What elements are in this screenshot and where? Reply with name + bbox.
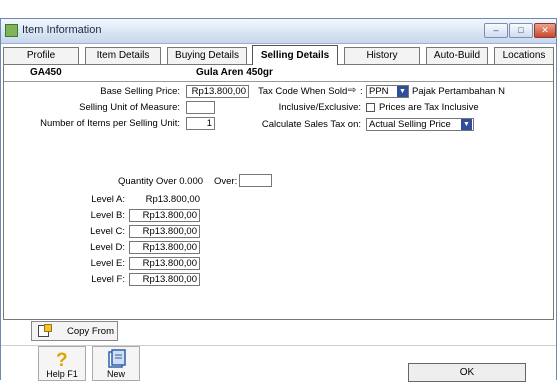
level-a-label: Level A: bbox=[91, 194, 125, 205]
tax-code-label: Tax Code When Sold bbox=[258, 86, 348, 97]
selling-unit-field[interactable] bbox=[186, 101, 215, 114]
level-c-label: Level C: bbox=[90, 226, 125, 237]
copy-document-icon bbox=[38, 324, 52, 337]
help-label: Help F1 bbox=[46, 369, 78, 379]
calc-tax-label: Calculate Sales Tax on: bbox=[261, 119, 361, 130]
copy-from-label: Copy From bbox=[67, 326, 114, 337]
maximize-button[interactable]: □ bbox=[509, 23, 533, 38]
level-e-field[interactable]: Rp13.800,00 bbox=[129, 257, 200, 270]
level-f-label: Level F: bbox=[91, 274, 125, 285]
help-button[interactable]: ? Help F1 bbox=[38, 346, 86, 381]
new-button[interactable]: New bbox=[92, 346, 140, 381]
close-button[interactable]: ✕ bbox=[534, 23, 556, 38]
over-field[interactable] bbox=[239, 174, 272, 187]
level-b-field[interactable]: Rp13.800,00 bbox=[129, 209, 200, 222]
selling-details-panel: GA450 Gula Aren 450gr Base Selling Price… bbox=[3, 64, 554, 320]
tab-locations[interactable]: Locations bbox=[494, 47, 554, 64]
new-record-icon bbox=[108, 349, 126, 368]
dropdown-arrow-icon[interactable]: ▼ bbox=[397, 86, 408, 97]
copy-from-button[interactable]: Copy From bbox=[31, 321, 118, 341]
inclusive-label: Inclusive/Exclusive: bbox=[278, 102, 361, 113]
tax-inclusive-checkbox-label: Prices are Tax Inclusive bbox=[379, 102, 479, 113]
items-per-unit-field[interactable]: 1 bbox=[186, 117, 215, 130]
header-divider bbox=[4, 81, 553, 82]
top-strip bbox=[0, 0, 557, 18]
level-b-label: Level B: bbox=[90, 210, 125, 221]
help-question-icon: ? bbox=[56, 350, 68, 369]
level-c-field[interactable]: Rp13.800,00 bbox=[129, 225, 200, 238]
item-code: GA450 bbox=[30, 67, 62, 78]
quantity-over-label: Quantity Over 0.000 bbox=[118, 176, 204, 187]
title-bar: Item Information – □ ✕ bbox=[1, 19, 556, 44]
svg-text:?: ? bbox=[56, 350, 68, 369]
level-f-field[interactable]: Rp13.800,00 bbox=[129, 273, 200, 286]
minimize-button[interactable]: – bbox=[484, 23, 508, 38]
tax-inclusive-checkbox[interactable] bbox=[366, 103, 375, 112]
item-information-window: Item Information – □ ✕ Profile Item Deta… bbox=[0, 18, 557, 382]
item-info-icon bbox=[5, 24, 18, 37]
arrow-right-icon[interactable]: ⇨ bbox=[348, 85, 356, 96]
tab-item-details[interactable]: Item Details bbox=[85, 47, 161, 64]
selling-unit-label: Selling Unit of Measure: bbox=[79, 102, 180, 113]
window-title: Item Information bbox=[22, 24, 102, 36]
calc-tax-select[interactable]: Actual Selling Price bbox=[366, 118, 474, 131]
over-label: Over: bbox=[214, 176, 238, 187]
level-d-field[interactable]: Rp13.800,00 bbox=[129, 241, 200, 254]
ok-button[interactable]: OK bbox=[408, 363, 526, 382]
dropdown-arrow-icon[interactable]: ▼ bbox=[461, 119, 472, 130]
items-per-unit-label: Number of Items per Selling Unit: bbox=[40, 118, 180, 129]
tab-strip: Profile Item Details Buying Details Sell… bbox=[3, 45, 556, 65]
tab-buying-details[interactable]: Buying Details bbox=[167, 47, 247, 64]
base-price-field[interactable]: Rp13.800,00 bbox=[186, 85, 249, 98]
tab-history[interactable]: History bbox=[344, 47, 420, 64]
level-e-label: Level E: bbox=[90, 258, 125, 269]
level-a-value: Rp13.800,00 bbox=[145, 194, 200, 205]
tab-selling-details[interactable]: Selling Details bbox=[252, 45, 338, 65]
tab-profile[interactable]: Profile bbox=[3, 47, 79, 64]
item-name: Gula Aren 450gr bbox=[196, 67, 273, 78]
new-label: New bbox=[106, 369, 125, 379]
level-d-label: Level D: bbox=[90, 242, 125, 253]
tax-code-description: Pajak Pertambahan N bbox=[412, 86, 505, 97]
tab-auto-build[interactable]: Auto-Build bbox=[426, 47, 488, 64]
base-price-label: Base Selling Price: bbox=[100, 86, 180, 97]
